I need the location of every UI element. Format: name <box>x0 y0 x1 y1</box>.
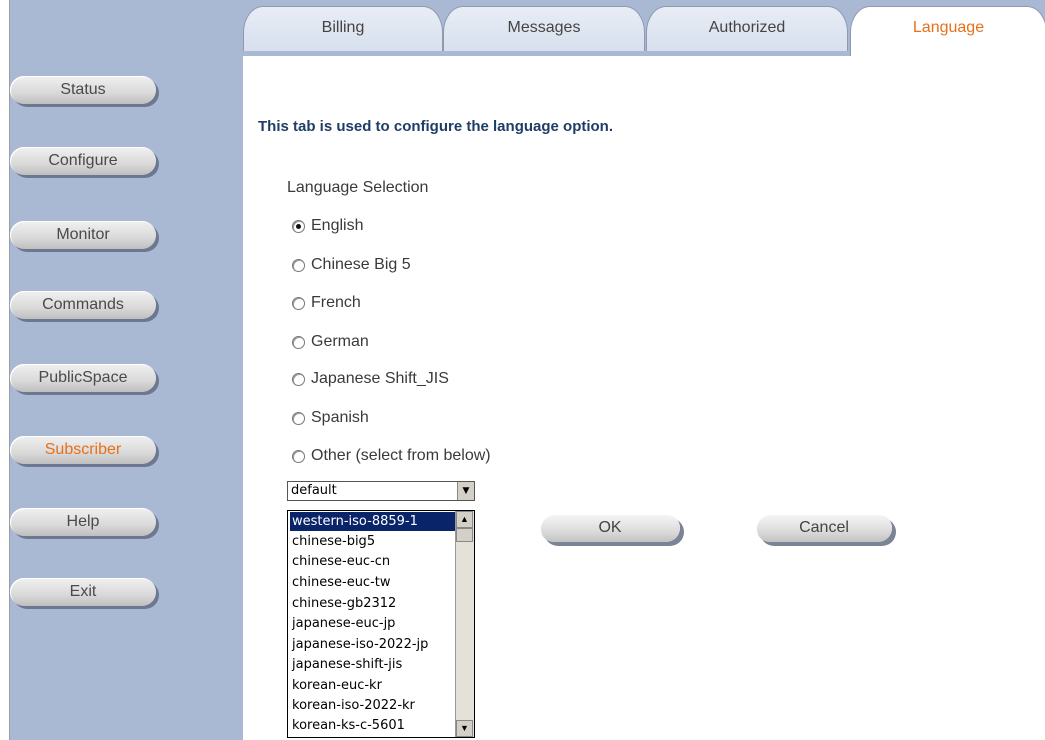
tab-messages[interactable]: Messages <box>443 6 645 51</box>
list-item[interactable]: chinese-euc-cn <box>290 552 456 571</box>
language-dropdown-list[interactable]: western-iso-8859-1 chinese-big5 chinese-… <box>287 510 475 738</box>
sidebar-item-configure[interactable]: Configure <box>10 147 156 175</box>
dropdown-scrollbar[interactable]: ▲ ▼ <box>455 511 474 737</box>
sidebar-item-help[interactable]: Help <box>10 508 156 536</box>
select-value: default <box>291 483 337 498</box>
radio-label: French <box>311 294 361 311</box>
radio-button-icon[interactable] <box>292 449 305 463</box>
radio-german[interactable]: German <box>292 333 369 351</box>
language-select[interactable]: default ▼ <box>287 481 475 501</box>
sidebar-item-exit[interactable]: Exit <box>10 578 156 606</box>
cancel-button[interactable]: Cancel <box>756 514 892 542</box>
list-item[interactable]: korean-euc-kr <box>290 676 456 695</box>
radio-label: Japanese Shift_JIS <box>311 370 449 387</box>
radio-button-checked-icon[interactable] <box>292 219 305 233</box>
radio-button-icon[interactable] <box>292 372 305 386</box>
tab-language[interactable]: Language <box>850 6 1045 57</box>
list-item[interactable]: japanese-shift-jis <box>290 655 456 674</box>
list-item[interactable]: chinese-euc-tw <box>290 573 456 592</box>
radio-english[interactable]: English <box>292 217 363 235</box>
radio-other[interactable]: Other (select from below) <box>292 447 491 465</box>
radio-label: Spanish <box>311 409 369 426</box>
sidebar-item-publicspace[interactable]: PublicSpace <box>10 364 156 392</box>
list-item[interactable]: chinese-gb2312 <box>290 594 456 613</box>
tab-strip: Billing Messages Authorized Language <box>243 0 1045 57</box>
list-item[interactable]: western-iso-8859-1 <box>290 512 456 531</box>
scroll-down-icon[interactable]: ▼ <box>456 720 473 737</box>
radio-chinese-big5[interactable]: Chinese Big 5 <box>292 256 411 274</box>
list-item[interactable]: japanese-euc-jp <box>290 614 456 633</box>
sidebar-item-subscriber[interactable]: Subscriber <box>10 436 156 464</box>
list-item[interactable]: korean-iso-2022-kr <box>290 696 456 715</box>
sidebar-item-monitor[interactable]: Monitor <box>10 221 156 249</box>
scroll-thumb[interactable] <box>456 528 473 542</box>
radio-spanish[interactable]: Spanish <box>292 409 369 427</box>
sidebar-item-status[interactable]: Status <box>10 76 156 104</box>
tab-authorized[interactable]: Authorized <box>646 6 848 51</box>
radio-button-icon[interactable] <box>292 258 305 272</box>
sidebar: Status Configure Monitor Commands Public… <box>10 0 243 740</box>
ok-button[interactable]: OK <box>540 514 680 542</box>
frame-border <box>0 0 10 740</box>
radio-french[interactable]: French <box>292 294 361 312</box>
list-item[interactable]: japanese-iso-2022-jp <box>290 635 456 654</box>
radio-japanese-shift-jis[interactable]: Japanese Shift_JIS <box>292 370 449 388</box>
dropdown-arrow-icon[interactable]: ▼ <box>457 482 474 500</box>
list-item[interactable]: korean-ks-c-5601 <box>290 716 456 735</box>
language-selection-label: Language Selection <box>287 179 429 196</box>
radio-label: Chinese Big 5 <box>311 256 411 273</box>
radio-label: English <box>311 217 364 234</box>
page-description: This tab is used to configure the langua… <box>258 118 614 135</box>
radio-button-icon[interactable] <box>292 411 305 425</box>
radio-label: German <box>311 333 369 350</box>
tab-billing[interactable]: Billing <box>243 6 443 51</box>
list-item[interactable]: chinese-big5 <box>290 532 456 551</box>
radio-button-icon[interactable] <box>292 296 305 310</box>
radio-button-icon[interactable] <box>292 335 305 349</box>
radio-label: Other (select from below) <box>311 447 491 464</box>
sidebar-item-commands[interactable]: Commands <box>10 291 156 319</box>
scroll-up-icon[interactable]: ▲ <box>456 511 473 528</box>
